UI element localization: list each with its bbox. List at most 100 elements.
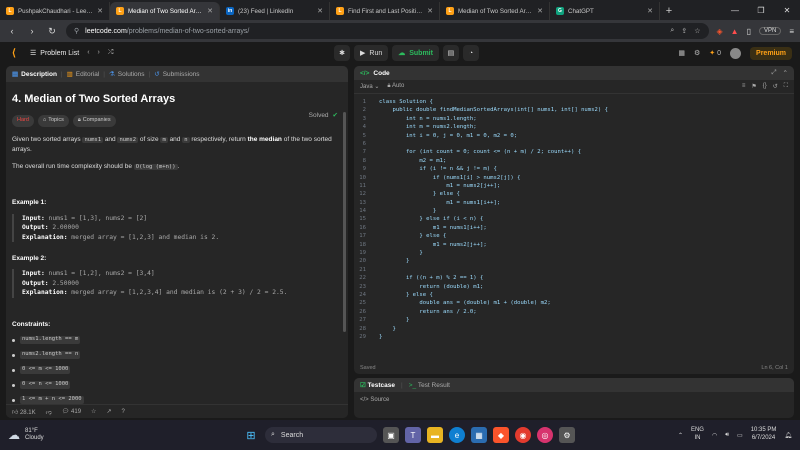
- avatar[interactable]: [730, 47, 742, 59]
- language-select[interactable]: Java ⌄: [360, 83, 379, 90]
- clock[interactable]: 10:35 PM 6/7/2024: [751, 427, 777, 443]
- layout-icon[interactable]: ▦: [678, 49, 685, 57]
- reset-icon[interactable]: ↺: [773, 83, 778, 90]
- menu-icon[interactable]: ≡: [789, 27, 794, 36]
- topics-badge[interactable]: ⌂ Topics: [37, 114, 69, 127]
- tab-editorial[interactable]: ▥ Editorial: [67, 70, 100, 79]
- brave-icon[interactable]: ◆: [493, 427, 509, 443]
- close-window-icon[interactable]: ✕: [774, 0, 800, 20]
- statement-text: and: [167, 135, 183, 143]
- settings-icon[interactable]: ⚙: [694, 49, 700, 57]
- dislike-button[interactable]: 👎︎: [46, 408, 52, 416]
- format-icon[interactable]: ≡: [742, 83, 746, 90]
- auto-mode[interactable]: 🔒︎ Auto: [387, 83, 404, 90]
- coins-counter[interactable]: ✦ 0: [709, 49, 721, 57]
- close-tab-icon[interactable]: ✕: [427, 7, 433, 15]
- explanation-label: Explanation:: [22, 233, 68, 241]
- bookmark-icon[interactable]: ⚑: [751, 83, 756, 90]
- close-tab-icon[interactable]: ✕: [207, 7, 213, 15]
- tab-title: ChatGPT: [568, 7, 594, 15]
- weather-widget[interactable]: ☁ 81°F Cloudy: [8, 428, 44, 442]
- battery-icon[interactable]: ▭: [737, 432, 743, 439]
- braces-icon[interactable]: {}: [763, 83, 767, 90]
- chrome-icon[interactable]: ◉: [515, 427, 531, 443]
- close-tab-icon[interactable]: ✕: [317, 7, 323, 15]
- close-tab-icon[interactable]: ✕: [537, 7, 543, 15]
- submit-button[interactable]: ☁ Submit: [392, 45, 439, 61]
- explanation-value: merged array = [1,2,3,4] and median is (…: [67, 289, 288, 297]
- browser-tab[interactable]: L Find First and Last Position of E ✕: [330, 2, 440, 20]
- rewards-icon[interactable]: ▲: [731, 27, 739, 36]
- reload-icon[interactable]: ↻: [46, 26, 58, 37]
- tab-testcase[interactable]: ☑ Testcase: [360, 381, 395, 389]
- share-icon[interactable]: ⇪: [681, 27, 687, 35]
- brave-shield-icon[interactable]: ◈: [717, 27, 723, 36]
- volume-icon[interactable]: 🔊︎: [725, 432, 729, 439]
- browser-tab[interactable]: L Median of Two Sorted Arrays ✕: [440, 2, 550, 20]
- prev-problem-icon[interactable]: ‹: [87, 49, 89, 57]
- fullscreen-icon[interactable]: ⛶: [784, 83, 788, 90]
- tab-description[interactable]: ▤ Description: [12, 70, 57, 79]
- help-icon[interactable]: ?: [121, 409, 124, 415]
- browser-tab[interactable]: in (23) Feed | LinkedIn ✕: [220, 2, 330, 20]
- statement-bold: the median: [247, 135, 282, 143]
- tray-overflow-icon[interactable]: ⌃: [678, 432, 683, 439]
- description-scrollbar[interactable]: [343, 112, 346, 332]
- notification-icon[interactable]: 🔔︎: [784, 432, 792, 439]
- run-button[interactable]: ▶ Run: [354, 45, 389, 61]
- code-editor[interactable]: 1 class Solution {2 public double findMed…: [354, 98, 794, 356]
- settings-app-icon[interactable]: ⚙: [559, 427, 575, 443]
- line-number: 29: [359, 333, 366, 340]
- collapse-icon[interactable]: ⌃: [783, 69, 788, 77]
- close-tab-icon[interactable]: ✕: [97, 7, 103, 15]
- language-indicator[interactable]: ENG IN: [691, 427, 704, 443]
- debug-button[interactable]: ✱: [334, 45, 350, 61]
- maximize-icon[interactable]: ⤢: [771, 69, 776, 77]
- browser-tab[interactable]: L Median of Two Sorted Arrays ✕: [110, 2, 220, 20]
- notes-button[interactable]: ▤: [442, 45, 459, 61]
- premium-button[interactable]: Premium: [750, 46, 792, 60]
- shuffle-icon[interactable]: ⤮: [108, 49, 114, 57]
- wifi-icon[interactable]: ◠: [712, 432, 717, 439]
- sidebar-toggle-icon[interactable]: ▯: [747, 27, 751, 36]
- timer-button[interactable]: ◔: [462, 45, 479, 61]
- terminal-icon: >_: [408, 381, 417, 389]
- code-text: if (i != n && j != m) {: [379, 166, 497, 173]
- browser-tab[interactable]: G ChatGPT ✕: [550, 2, 660, 20]
- tab-test-result[interactable]: >_ Test Result: [409, 382, 450, 389]
- like-button[interactable]: 👍︎ 28.1K: [12, 408, 36, 416]
- leetcode-logo-icon[interactable]: ⟨: [8, 47, 20, 59]
- vpn-button[interactable]: VPN: [758, 27, 782, 35]
- tab-submissions[interactable]: ↺ Submissions: [154, 70, 199, 79]
- close-tab-icon[interactable]: ✕: [647, 7, 653, 15]
- code-panel-header: </> Code ⤢ ⌃: [354, 66, 794, 80]
- unknown-app-icon[interactable]: ◎: [537, 427, 553, 443]
- browser-tab[interactable]: L PushpakChaudhari - LeetCode ✕: [0, 2, 110, 20]
- problem-list-button[interactable]: ☰ Problem List: [30, 49, 79, 58]
- next-problem-icon[interactable]: ›: [98, 49, 100, 57]
- bookmark-icon[interactable]: ☆: [694, 27, 700, 35]
- site-info-icon[interactable]: ⚲: [74, 27, 79, 35]
- url-field[interactable]: ⚲ leetcode.com/problems/median-of-two-so…: [66, 23, 709, 39]
- teams-icon[interactable]: T: [405, 427, 421, 443]
- back-icon[interactable]: ‹: [6, 26, 18, 36]
- zoom-icon[interactable]: ⌕: [670, 27, 674, 35]
- edge-icon[interactable]: e: [449, 427, 465, 443]
- favorite-star-icon[interactable]: ☆: [91, 408, 96, 415]
- restore-icon[interactable]: ❐: [748, 0, 774, 20]
- forward-icon[interactable]: ›: [26, 26, 38, 36]
- file-explorer-icon[interactable]: ▬: [427, 427, 443, 443]
- new-tab-button[interactable]: +: [660, 2, 678, 20]
- tab-solutions[interactable]: ⚗ Solutions: [109, 70, 145, 79]
- source-row[interactable]: </> Source: [354, 392, 794, 408]
- time: 10:35 PM: [750, 427, 777, 434]
- companies-badge[interactable]: 🔒︎ Companies: [72, 114, 116, 127]
- comments-button[interactable]: 💬︎ 419: [62, 408, 81, 415]
- code-line: 6: [354, 140, 794, 148]
- minimize-icon[interactable]: —: [722, 0, 748, 20]
- taskbar-search[interactable]: ⌕ Search: [265, 427, 377, 443]
- task-view-icon[interactable]: ▣: [383, 427, 399, 443]
- windows-start-icon[interactable]: ⊞: [243, 427, 259, 443]
- store-icon[interactable]: ▦: [471, 427, 487, 443]
- share-link-icon[interactable]: ↗: [106, 408, 111, 415]
